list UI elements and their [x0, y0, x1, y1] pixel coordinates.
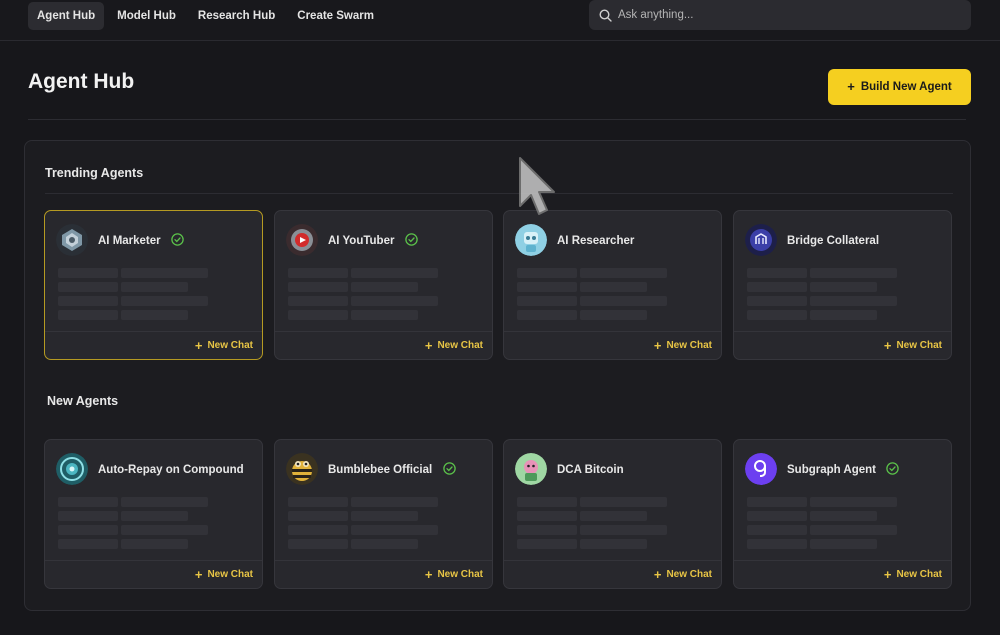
agent-card-bridge-collateral[interactable]: Bridge Collateral + New Chat — [733, 210, 952, 360]
card-header: Subgraph Agent — [745, 453, 900, 485]
new-agents-title: New Agents — [47, 394, 119, 408]
description-placeholder — [517, 268, 667, 324]
plus-icon: + — [424, 337, 433, 353]
verified-check-icon — [886, 462, 900, 476]
top-bar: Agent Hub Model Hub Research Hub Create … — [0, 0, 1000, 41]
plus-icon: + — [194, 566, 203, 582]
new-chat-label: New Chat — [207, 569, 253, 580]
description-placeholder — [517, 497, 667, 553]
description-placeholder — [58, 268, 208, 324]
description-placeholder — [747, 497, 897, 553]
new-chat-label: New Chat — [666, 340, 712, 351]
new-chat-label: New Chat — [896, 340, 942, 351]
ai-researcher-avatar — [515, 224, 547, 256]
bumblebee-avatar — [286, 453, 318, 485]
ai-marketer-avatar — [56, 224, 88, 256]
verified-check-icon — [405, 233, 418, 247]
new-chat-button[interactable]: + New Chat — [883, 566, 942, 582]
agent-name: AI YouTuber — [328, 235, 395, 247]
agent-name: Bumblebee Official — [328, 464, 433, 476]
agent-card-auto-repay[interactable]: Auto-Repay on Compound + New Chat — [44, 439, 263, 589]
card-footer: + New Chat — [504, 560, 721, 588]
verified-check-icon — [171, 233, 184, 247]
plus-icon: + — [883, 337, 892, 353]
agent-card-subgraph[interactable]: Subgraph Agent + New Chat — [733, 439, 952, 589]
trending-agents-title: Trending Agents — [45, 166, 144, 180]
agents-panel: Trending Agents AI Marketer + New Chat A… — [24, 140, 971, 611]
divider — [28, 119, 966, 120]
card-footer: + New Chat — [45, 560, 262, 588]
new-chat-label: New Chat — [666, 569, 712, 580]
verified-check-icon — [442, 462, 456, 476]
tab-agent-hub[interactable]: Agent Hub — [28, 2, 105, 30]
card-footer: + New Chat — [275, 331, 492, 359]
new-chat-button[interactable]: + New Chat — [424, 337, 483, 353]
new-chat-label: New Chat — [896, 569, 942, 580]
card-footer: + New Chat — [275, 560, 492, 588]
description-placeholder — [747, 268, 897, 324]
card-footer: + New Chat — [734, 560, 951, 588]
plus-icon: + — [424, 566, 433, 582]
agent-name: Bridge Collateral — [787, 235, 880, 247]
card-header: AI Researcher — [515, 224, 634, 256]
agent-card-bumblebee[interactable]: Bumblebee Official + New Chat — [274, 439, 493, 589]
new-chat-button[interactable]: + New Chat — [653, 566, 712, 582]
card-header: AI YouTuber — [286, 224, 418, 256]
new-chat-button[interactable]: + New Chat — [194, 566, 253, 582]
new-chat-button[interactable]: + New Chat — [653, 337, 712, 353]
card-header: Bridge Collateral — [745, 224, 879, 256]
subgraph-avatar — [745, 453, 777, 485]
description-placeholder — [288, 268, 438, 324]
card-footer: + New Chat — [504, 331, 721, 359]
build-new-agent-label: Build New Agent — [860, 81, 952, 93]
agent-card-dca-bitcoin[interactable]: DCA Bitcoin + New Chat — [503, 439, 722, 589]
plus-icon: + — [194, 337, 203, 353]
divider — [45, 193, 953, 194]
card-header: AI Marketer — [56, 224, 184, 256]
new-chat-label: New Chat — [437, 569, 483, 580]
plus-icon: + — [653, 566, 662, 582]
bridge-collateral-avatar — [745, 224, 777, 256]
card-header: Bumblebee Official — [286, 453, 456, 485]
new-chat-button[interactable]: + New Chat — [424, 566, 483, 582]
agent-name: AI Marketer — [98, 235, 161, 247]
build-new-agent-button[interactable]: + Build New Agent — [828, 69, 971, 105]
plus-icon: + — [883, 566, 892, 582]
tab-research-hub[interactable]: Research Hub — [189, 2, 284, 30]
search-input[interactable] — [618, 9, 971, 21]
search-bar[interactable] — [589, 0, 971, 30]
new-chat-label: New Chat — [207, 340, 253, 351]
description-placeholder — [58, 497, 208, 553]
tab-model-hub[interactable]: Model Hub — [108, 2, 185, 30]
card-footer: + New Chat — [45, 331, 262, 359]
plus-icon: + — [653, 337, 662, 353]
plus-icon: + — [847, 79, 855, 94]
auto-repay-avatar — [56, 453, 88, 485]
card-footer: + New Chat — [734, 331, 951, 359]
agent-card-ai-youtuber[interactable]: AI YouTuber + New Chat — [274, 210, 493, 360]
card-header: DCA Bitcoin — [515, 453, 624, 485]
agent-card-ai-marketer[interactable]: AI Marketer + New Chat — [44, 210, 263, 360]
new-chat-button[interactable]: + New Chat — [883, 337, 942, 353]
mouse-cursor-icon — [519, 157, 555, 215]
main-nav: Agent Hub Model Hub Research Hub Create … — [28, 2, 383, 30]
agent-name: Auto-Repay on Compound — [98, 464, 244, 476]
agent-card-ai-researcher[interactable]: AI Researcher + New Chat — [503, 210, 722, 360]
new-chat-button[interactable]: + New Chat — [194, 337, 253, 353]
page-title: Agent Hub — [28, 70, 135, 93]
description-placeholder — [288, 497, 438, 553]
dca-bitcoin-avatar — [515, 453, 547, 485]
ai-youtuber-avatar — [286, 224, 318, 256]
agent-name: Subgraph Agent — [787, 464, 877, 476]
card-header: Auto-Repay on Compound — [56, 453, 244, 485]
search-icon — [599, 8, 612, 22]
agent-name: AI Researcher — [557, 235, 635, 247]
new-chat-label: New Chat — [437, 340, 483, 351]
tab-create-swarm[interactable]: Create Swarm — [288, 2, 383, 30]
agent-name: DCA Bitcoin — [557, 464, 624, 476]
